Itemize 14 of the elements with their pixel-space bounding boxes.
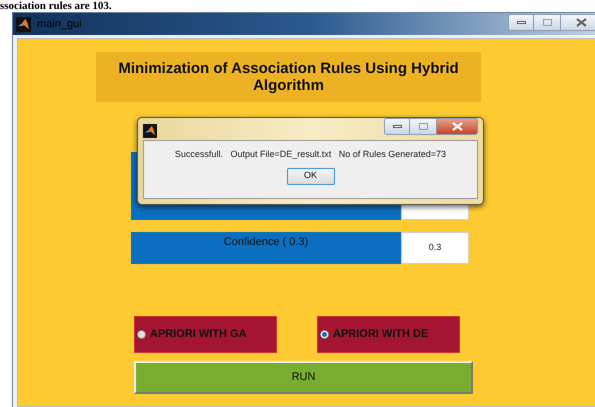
close-icon bbox=[452, 122, 462, 131]
window-title: main_gui bbox=[37, 16, 82, 32]
document-text: ssociation rules are 103. bbox=[0, 0, 112, 12]
dialog-message: Successfull. Output File=DE_result.txt No of Rules Generated=73 bbox=[174, 148, 446, 161]
ok-button[interactable]: OK bbox=[286, 168, 334, 184]
close-button[interactable] bbox=[436, 118, 478, 135]
run-button[interactable]: RUN bbox=[134, 361, 473, 394]
parameter-label: Confidence ( 0.3) bbox=[131, 232, 401, 264]
close-button[interactable] bbox=[560, 14, 595, 30]
close-icon bbox=[576, 18, 586, 26]
minimize-button[interactable] bbox=[384, 118, 410, 135]
minimize-button[interactable] bbox=[508, 14, 534, 30]
value-field[interactable]: 0.3 bbox=[401, 232, 469, 264]
app-title: Minimization of Association Rules Using Hybrid Algorithm bbox=[117, 60, 460, 94]
